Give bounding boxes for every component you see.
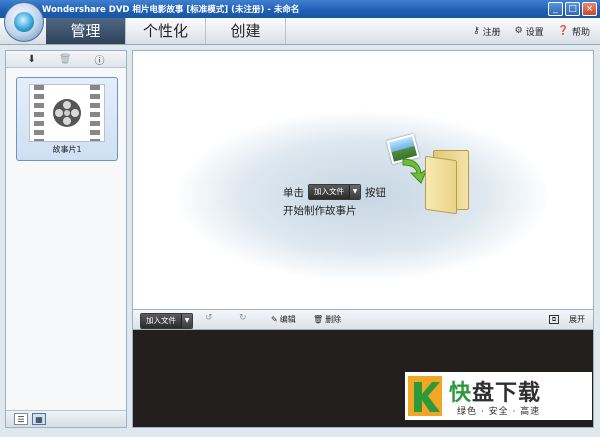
dropdown-arrow-icon[interactable]: ▼ <box>349 185 360 199</box>
title-bar[interactable]: Wondershare DVD 相片电影故事 [标准模式] (未注册) - 未命… <box>0 0 600 18</box>
story-list-panel: ⬇ 🗑 ⓘ 故事片1 ☰ ▦ <box>5 50 127 428</box>
rotate-left-icon[interactable]: ↺ <box>205 313 213 323</box>
tab-bar: 管理 个性化 创建 ⚷ 注册 ⚙ 设置 ❓ 帮助 <box>0 18 600 45</box>
edit-label: 编辑 <box>279 315 296 324</box>
minimize-button[interactable]: _ <box>548 2 563 16</box>
top-links: ⚷ 注册 ⚙ 设置 ❓ 帮助 <box>473 18 590 44</box>
window-controls: _ □ × <box>548 2 597 16</box>
toolbar-dropdown-arrow-icon[interactable]: ▼ <box>181 314 192 328</box>
hint-line-2: 开始制作故事片 <box>283 205 357 217</box>
help-label: 帮助 <box>571 27 590 38</box>
view-toggle-bar: ☰ ▦ <box>6 410 126 427</box>
list-view-icon[interactable]: ☰ <box>14 413 28 425</box>
info-icon[interactable]: ⓘ <box>95 52 105 67</box>
watermark-title-2: 盘下载 <box>472 381 542 406</box>
hint-prefix: 单击 <box>283 186 304 199</box>
watermark-title-1: 快 <box>449 381 473 406</box>
tab-create[interactable]: 创建 <box>206 18 286 44</box>
import-icon[interactable]: ⬇ <box>27 54 35 65</box>
add-file-label: 加入文件 <box>309 185 349 199</box>
window-toggle-icon[interactable]: ⧉ <box>549 315 559 324</box>
toolbar-add-file-label: 加入文件 <box>141 314 181 328</box>
add-file-button[interactable]: 加入文件 ▼ <box>308 184 361 200</box>
trash-icon: 🗑 <box>313 315 324 324</box>
app-window: Wondershare DVD 相片电影故事 [标准模式] (未注册) - 未命… <box>0 0 600 437</box>
register-label: 注册 <box>482 27 501 38</box>
settings-link[interactable]: ⚙ 设置 <box>515 25 544 38</box>
folder-icon <box>421 146 469 215</box>
tab-manage[interactable]: 管理 <box>46 18 126 44</box>
story-item[interactable]: 故事片1 <box>16 77 118 161</box>
storyboard-toolbar: 加入文件 ▼ ↺ ↻ ✎ 编辑 🗑 删除 ⧉ 展开 <box>132 310 594 330</box>
app-logo-button[interactable] <box>4 2 44 42</box>
tab-personalize[interactable]: 个性化 <box>126 18 206 44</box>
maximize-button[interactable]: □ <box>565 2 580 16</box>
delete-button[interactable]: 🗑 删除 <box>313 314 341 325</box>
close-button[interactable]: × <box>582 2 597 16</box>
disc-icon <box>14 12 34 32</box>
thumbnail-view-icon[interactable]: ▦ <box>32 413 46 425</box>
expand-button[interactable]: 展开 <box>569 314 585 325</box>
watermark-logo-icon <box>408 376 442 416</box>
hint-suffix: 按钮 <box>365 186 386 199</box>
toolbar-add-file-button[interactable]: 加入文件 ▼ <box>140 313 193 329</box>
help-icon: ❓ <box>557 26 569 36</box>
hint-line-1: 单击 加入文件 ▼ 按钮 <box>283 184 386 200</box>
trash-icon[interactable]: 🗑 <box>59 54 72 65</box>
film-reel-icon <box>29 84 105 142</box>
edit-button[interactable]: ✎ 编辑 <box>271 314 296 325</box>
window-title: Wondershare DVD 相片电影故事 [标准模式] (未注册) - 未命… <box>42 5 300 15</box>
delete-label: 删除 <box>325 315 342 324</box>
story-item-label: 故事片1 <box>52 145 82 154</box>
register-link[interactable]: ⚷ 注册 <box>473 25 501 38</box>
main-canvas: 单击 加入文件 ▼ 按钮 开始制作故事片 <box>132 50 594 310</box>
watermark-title: 快盘下载 <box>449 375 541 407</box>
rotate-right-icon[interactable]: ↻ <box>239 313 247 323</box>
expand-area: ⧉ 展开 <box>549 314 585 325</box>
key-icon: ⚷ <box>473 26 480 36</box>
settings-label: 设置 <box>525 27 544 38</box>
watermark: 快盘下载 绿色 · 安全 · 高速 <box>405 372 592 420</box>
story-list-toolbar: ⬇ 🗑 ⓘ <box>6 51 126 68</box>
pencil-icon: ✎ <box>271 315 278 324</box>
gear-icon: ⚙ <box>514 26 523 36</box>
watermark-subtitle: 绿色 · 安全 · 高速 <box>457 407 541 417</box>
help-link[interactable]: ❓ 帮助 <box>558 25 590 38</box>
